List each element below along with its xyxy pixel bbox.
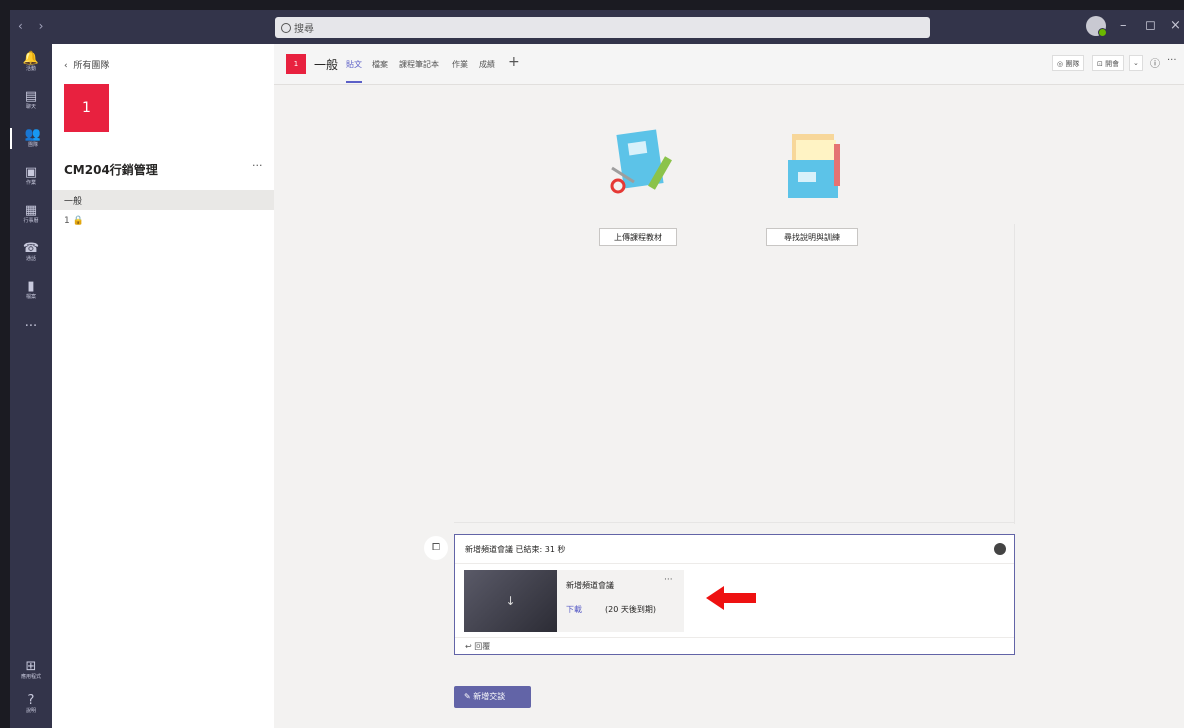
help-icon: ? xyxy=(27,693,35,708)
reply-button[interactable]: ↩ 回覆 xyxy=(465,641,490,652)
more-options-button[interactable]: ··· xyxy=(1167,55,1177,66)
info-icon[interactable]: ⓘ xyxy=(1150,55,1160,70)
chat-icon: ▤ xyxy=(24,89,38,104)
channel-main: 1 一般 貼文 檔案 課程筆記本 作業 成績 + ◎ 團隊 ⊡ 開會 ⌄ ⓘ ·… xyxy=(274,44,1184,728)
back-label: 所有團隊 xyxy=(73,61,110,71)
divider xyxy=(455,563,1014,564)
maximize-button[interactable]: ◻ xyxy=(1145,18,1156,33)
search-placeholder: 搜尋 xyxy=(294,24,314,35)
divider xyxy=(1014,224,1015,524)
chevron-left-icon: ‹ xyxy=(64,61,68,71)
rail-item-label: 活動 xyxy=(25,66,36,72)
tab-class-notebook[interactable]: 課程筆記本 xyxy=(399,59,439,70)
recording-title: 新增頻道會議 xyxy=(566,581,614,590)
back-forward-arrows[interactable]: ‹ › xyxy=(18,19,49,33)
apps-icon: ⊞ xyxy=(25,659,37,674)
teams-window: ‹ › 搜尋 – ◻ × 🔔 活動 ▤ 聊天 👥 團隊 ▣ 作業 ▦ 行事曆 ☎… xyxy=(10,10,1184,728)
team-name: CM204行銷管理 xyxy=(64,163,158,177)
rail-item-label: 檔案 xyxy=(25,294,36,300)
team-button[interactable]: ◎ 團隊 xyxy=(1052,55,1085,71)
tab-files[interactable]: 檔案 xyxy=(372,59,388,70)
teams-icon: 👥 xyxy=(24,127,42,142)
team-more-button[interactable]: ··· xyxy=(252,159,263,172)
tab-posts[interactable]: 貼文 xyxy=(346,59,362,70)
tab-assignments[interactable]: 作業 xyxy=(452,59,468,70)
active-tab-indicator xyxy=(346,81,362,83)
channel-tile: 1 xyxy=(286,54,306,74)
rail-item-label: 通話 xyxy=(25,256,36,262)
app-rail: 🔔 活動 ▤ 聊天 👥 團隊 ▣ 作業 ▦ 行事曆 ☎ 通話 ▮ 檔案 ··· xyxy=(10,44,52,728)
close-button[interactable]: × xyxy=(1170,18,1181,33)
rail-item-label: 聊天 xyxy=(25,104,36,110)
rail-item-calendar[interactable]: ▦ 行事曆 xyxy=(10,204,52,225)
rail-item-label: 團隊 xyxy=(27,142,38,148)
search-icon xyxy=(281,23,291,33)
rail-item-files[interactable]: ▮ 檔案 xyxy=(10,280,52,301)
avatar[interactable] xyxy=(1086,16,1107,37)
recording-card[interactable]: ↓ 新增頻道會議 ··· 下載 (20 天後到期) xyxy=(464,570,684,632)
red-arrow-annotation-icon xyxy=(706,586,756,610)
new-conversation-button[interactable]: ✎ 新增交談 xyxy=(454,686,531,708)
team-panel: ‹ 所有團隊 1 CM204行銷管理 ··· 一般 1 🔒 xyxy=(52,44,274,728)
team-tile: 1 xyxy=(64,84,109,132)
upload-course-materials-button[interactable]: 上傳課程教材 xyxy=(599,228,677,246)
rail-item-activity[interactable]: 🔔 活動 xyxy=(10,52,52,73)
phone-icon: ☎ xyxy=(22,241,40,256)
tab-grades[interactable]: 成績 xyxy=(479,59,495,70)
rail-item-more[interactable]: ··· xyxy=(10,320,52,334)
rail-item-help[interactable]: ? 說明 xyxy=(10,694,52,715)
private-channel-item[interactable]: 1 🔒 xyxy=(64,216,84,226)
status-available-icon xyxy=(1098,28,1107,37)
rail-item-label: 應用程式 xyxy=(20,674,41,680)
find-help-training-button[interactable]: 尋找說明與訓練 xyxy=(766,228,858,246)
rail-item-label: 說明 xyxy=(25,708,36,714)
video-camera-icon: ⧠ xyxy=(424,536,448,560)
rail-item-calls[interactable]: ☎ 通話 xyxy=(10,242,52,263)
search-input[interactable]: 搜尋 xyxy=(275,17,930,38)
more-icon: ··· xyxy=(24,319,38,334)
rail-item-teams[interactable]: 👥 團隊 xyxy=(10,128,54,149)
meeting-ended-header: 新增頻道會議 已結束: 31 秒 xyxy=(465,545,566,554)
calendar-icon: ▦ xyxy=(24,203,38,218)
minimize-button[interactable]: – xyxy=(1120,18,1127,33)
expiry-note: (20 天後到期) xyxy=(605,605,656,614)
folder-illustration-icon xyxy=(788,134,840,198)
divider xyxy=(454,522,1014,523)
download-link[interactable]: 下載 xyxy=(566,604,582,615)
add-tab-button[interactable]: + xyxy=(508,54,520,70)
files-icon: ▮ xyxy=(27,279,35,294)
notebook-illustration-icon xyxy=(610,129,672,194)
divider xyxy=(455,637,1014,638)
recording-more-button[interactable]: ··· xyxy=(664,575,673,585)
back-to-all-teams[interactable]: ‹ 所有團隊 xyxy=(64,58,109,71)
assignments-icon: ▣ xyxy=(24,165,38,180)
channel-item-general[interactable]: 一般 xyxy=(52,190,274,210)
bell-icon: 🔔 xyxy=(22,51,40,66)
rail-item-apps[interactable]: ⊞ 應用程式 xyxy=(10,660,52,681)
channel-header: 1 一般 貼文 檔案 課程筆記本 作業 成績 + ◎ 團隊 ⊡ 開會 ⌄ ⓘ ·… xyxy=(274,44,1184,85)
title-bar: ‹ › 搜尋 – ◻ × xyxy=(10,10,1184,44)
rail-item-label: 作業 xyxy=(25,180,36,186)
channel-name: 一般 xyxy=(314,58,339,72)
meet-dropdown-chevron-icon[interactable]: ⌄ xyxy=(1129,55,1143,71)
rail-item-chat[interactable]: ▤ 聊天 xyxy=(10,90,52,111)
recording-logo-icon xyxy=(994,543,1006,555)
download-arrow-icon[interactable]: ↓ xyxy=(464,570,557,632)
rail-item-assignments[interactable]: ▣ 作業 xyxy=(10,166,52,187)
rail-item-label: 行事曆 xyxy=(23,218,39,224)
meet-button[interactable]: ⊡ 開會 xyxy=(1092,55,1125,71)
